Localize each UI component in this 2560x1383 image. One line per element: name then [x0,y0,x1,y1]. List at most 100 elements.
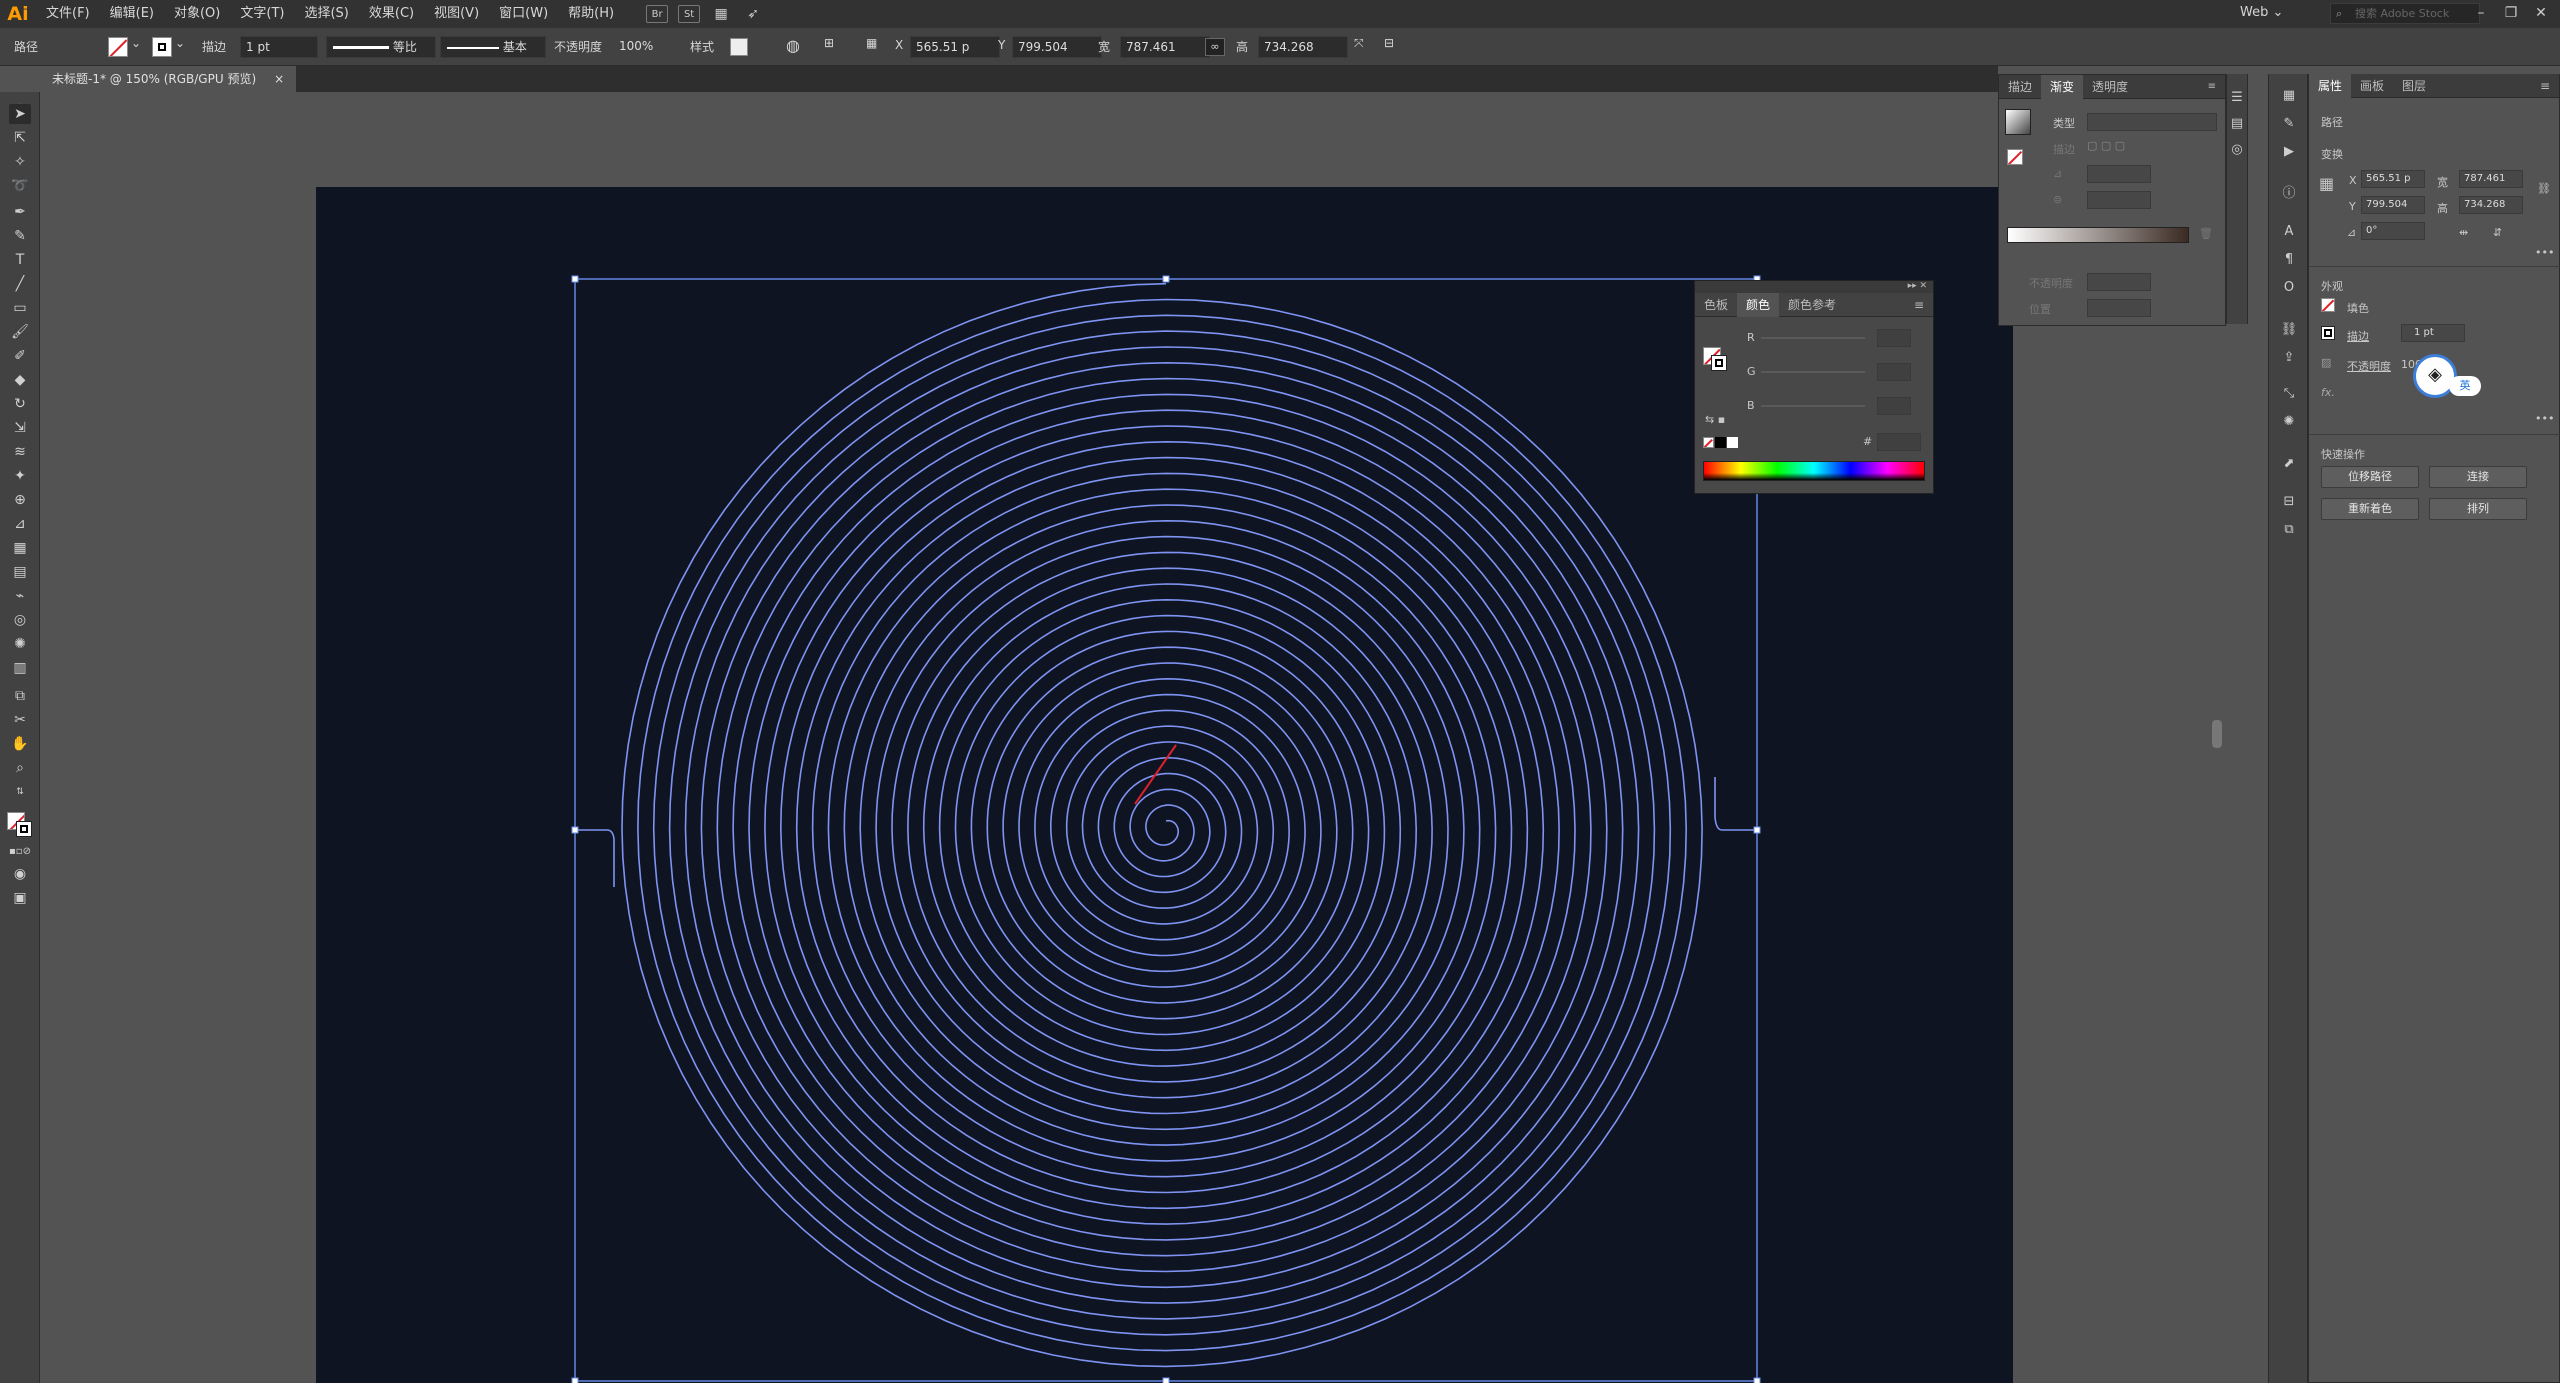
width-field[interactable]: 787.461 [1120,36,1210,58]
offset-path-button[interactable]: 位移路径 [2321,466,2419,488]
prop-stroke-swatch[interactable] [2321,326,2335,340]
gradient-slider[interactable] [2007,227,2189,243]
send-icon[interactable]: ➶ [742,5,764,23]
pathfinder-icon[interactable]: ⧉ [2279,520,2299,540]
zoom-tool-icon[interactable]: ⌕ [9,758,31,778]
color-stroke-icon[interactable] [1711,355,1727,371]
g-field[interactable] [1877,363,1911,381]
selection-bounding-box[interactable] [574,278,1758,1382]
artboard-tool-icon[interactable]: ⧉ [9,686,31,706]
actions-icon[interactable]: ▶ [2279,142,2299,162]
rotate-tool-icon[interactable]: ↻ [9,394,31,414]
puppet-warp-tool-icon[interactable]: ✦ [9,466,31,486]
opentype-icon[interactable]: O [2279,278,2299,298]
opacity-field[interactable]: 100% [614,36,674,58]
none-swatch[interactable] [1703,437,1714,448]
y-position-field[interactable]: 799.504 [1012,36,1102,58]
paintbrush-tool-icon[interactable]: 🖌 [9,322,31,342]
menu-window[interactable]: 窗口(W) [489,0,558,28]
x-position-field[interactable]: 565.51 p [910,36,1000,58]
stock-button[interactable]: St [678,5,701,23]
menu-edit[interactable]: 编辑(E) [100,0,164,28]
ime-language-badge[interactable]: 英 [2449,376,2481,396]
close-window-button[interactable]: ✕ [2526,2,2556,24]
asset-export-icon[interactable]: ⇪ [2279,348,2299,368]
tab-properties[interactable]: 属性 [2309,73,2352,98]
mesh-tool-icon[interactable]: ▦ [9,538,31,558]
white-swatch[interactable] [1727,437,1738,448]
reference-point-icon[interactable]: ▦ [2319,174,2334,193]
prop-stroke-field[interactable]: 1 pt [2401,324,2465,342]
arrange-documents-icon[interactable]: ▦ [710,5,732,23]
resize-handle[interactable] [571,275,579,283]
color-panel[interactable]: ▸▸ ✕ 色板 颜色 颜色参考 ≡ R G B ⇆ ▪ # [1694,280,1934,494]
reference-point-icon[interactable]: ▦ [866,36,877,50]
perspective-grid-tool-icon[interactable]: ⊿ [9,514,31,534]
chevron-down-icon[interactable]: ⌄ [175,36,185,50]
color-spectrum[interactable] [1703,461,1925,481]
character-icon[interactable]: A [2279,222,2299,242]
panel-header[interactable]: ▸▸ ✕ [1695,281,1933,293]
panel-menu-icon[interactable]: ≡ [1905,293,1933,317]
minimize-button[interactable]: – [2466,2,2496,24]
chevron-down-icon[interactable]: ⌄ [131,36,141,50]
tab-transparency[interactable]: 透明度 [2083,75,2137,99]
fill-swatch[interactable] [108,37,128,57]
opacity-label[interactable]: 不透明度 [554,38,602,55]
slice-tool-icon[interactable]: ✂ [9,710,31,730]
stroke-swatch[interactable] [152,37,172,57]
draw-mode-icon[interactable]: ◉ [9,864,31,884]
pen-tool-icon[interactable]: ✒ [9,202,31,222]
brushes-icon[interactable]: ✎ [2279,114,2299,134]
menu-file[interactable]: 文件(F) [36,0,100,28]
prop-angle-field[interactable]: 0° [2361,222,2425,240]
menu-type[interactable]: 文字(T) [230,0,294,28]
g-slider[interactable] [1761,371,1865,373]
spiral-path[interactable] [621,282,1703,1368]
more-options-icon[interactable]: ••• [2535,246,2554,259]
tab-layers[interactable]: 图层 [2393,74,2435,98]
prop-opacity-label[interactable]: 不透明度 [2347,358,2391,374]
tab-color-guide[interactable]: 颜色参考 [1779,293,1845,317]
magic-wand-tool-icon[interactable]: ✧ [9,152,31,172]
symbol-sprayer-tool-icon[interactable]: ✺ [9,634,31,654]
gradient-position-field[interactable] [2087,299,2151,317]
scrollbar-thumb[interactable] [2212,720,2222,748]
tab-stroke[interactable]: 描边 [1999,75,2041,99]
flip-vertical-icon[interactable]: ⇵ [2493,226,2502,239]
symbols-icon[interactable]: ✺ [2279,412,2299,432]
type-tool-icon[interactable]: T [9,250,31,270]
gradient-aspect-field[interactable] [2087,191,2151,209]
transform-icon[interactable]: ⤧ [1354,36,1364,51]
tab-artboards[interactable]: 画板 [2351,74,2393,98]
shaper-tool-icon[interactable]: ✐ [9,346,31,366]
warp-tool-icon[interactable]: ≋ [9,442,31,462]
libraries-icon[interactable]: ▦ [2279,86,2299,106]
menu-effect[interactable]: 效果(C) [359,0,424,28]
arrange-button[interactable]: 排列 [2429,498,2527,520]
stock-search-input[interactable]: ⌕ 搜索 Adobe Stock [2330,3,2480,24]
more-options-icon[interactable]: ••• [2535,412,2554,425]
line-tool-icon[interactable]: ╱ [9,274,31,294]
prop-h-field[interactable]: 734.268 [2459,196,2523,214]
hex-field[interactable] [1877,433,1921,451]
blend-tool-icon[interactable]: ◎ [9,610,31,630]
panel-menu-icon[interactable]: ≡ [2199,75,2225,99]
height-field[interactable]: 734.268 [1258,36,1348,58]
prop-fill-swatch[interactable] [2321,298,2335,312]
tab-color[interactable]: 颜色 [1737,292,1780,317]
stroke-color-icon[interactable] [16,821,32,837]
panel-menu-icon[interactable]: ≡ [2531,74,2559,98]
menu-select[interactable]: 选择(S) [294,0,358,28]
prop-stroke-label[interactable]: 描边 [2347,328,2369,344]
restore-button[interactable]: ❐ [2496,2,2526,24]
color-mode-icon[interactable]: ▪▫⊘ [9,842,31,862]
shape-builder-tool-icon[interactable]: ⊕ [9,490,31,510]
paragraph-icon[interactable]: ¶ [2279,250,2299,270]
direct-selection-tool-icon[interactable]: ⇱ [9,128,31,148]
variable-width-profile[interactable]: 等比 [326,36,436,58]
b-slider[interactable] [1761,405,1865,407]
export-icon[interactable]: ⬈ [2279,454,2299,474]
resize-handle[interactable] [571,1377,579,1383]
stroke-label[interactable]: 描边 [202,38,226,55]
